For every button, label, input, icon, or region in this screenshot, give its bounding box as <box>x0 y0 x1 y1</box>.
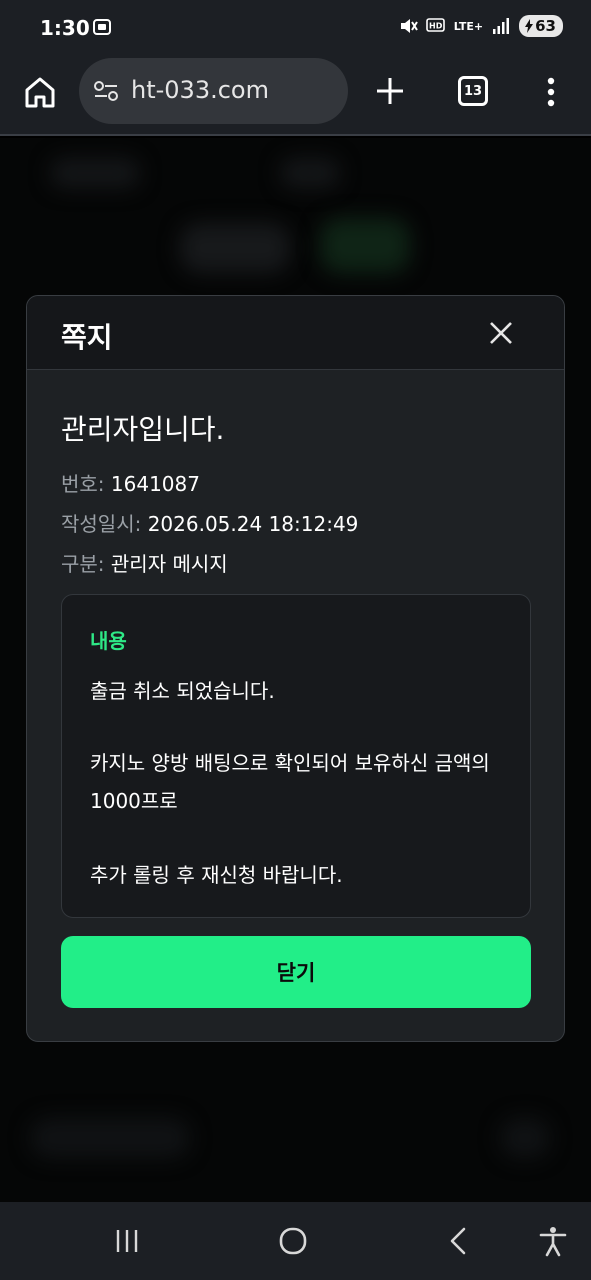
meta-key: 작성일시: <box>61 512 142 536</box>
url-text[interactable]: ht-033.com <box>131 76 269 104</box>
system-nav-bar <box>0 1202 591 1280</box>
accessibility-icon[interactable] <box>536 1224 570 1258</box>
blurred-element <box>280 158 340 188</box>
content-line: 카지노 양방 배팅으로 확인되어 보유하신 금액의 <box>90 751 490 775</box>
battery-indicator: 63 <box>519 15 563 37</box>
status-bar: 1:30 HD LTE+ 63 <box>0 0 591 58</box>
signal-icon <box>493 18 510 34</box>
mute-icon <box>400 19 418 33</box>
back-icon[interactable] <box>442 1224 476 1258</box>
meta-number: 번호: 1641087 <box>61 468 200 497</box>
status-time: 1:30 <box>40 16 90 40</box>
meta-type: 구분: 관리자 메시지 <box>61 548 228 577</box>
message-modal: 쪽지 관리자입니다. 번호: 1641087 작성일시: 2026.05.24 … <box>26 295 565 1042</box>
blurred-element <box>30 1118 190 1158</box>
svg-text:HD: HD <box>429 22 443 31</box>
meta-date: 작성일시: 2026.05.24 18:12:49 <box>61 508 358 537</box>
content-line: 1000프로 <box>90 789 178 813</box>
battery-charging-icon <box>525 19 534 33</box>
blurred-element <box>50 158 140 188</box>
message-content-box: 내용 출금 취소 되었습니다. 카지노 양방 배팅으로 확인되어 보유하신 금액… <box>61 594 531 918</box>
blurred-element <box>500 1118 550 1158</box>
meta-key: 번호: <box>61 472 105 496</box>
home-icon[interactable] <box>22 74 58 110</box>
meta-value: 2026.05.24 18:12:49 <box>147 512 359 536</box>
meta-key: 구분: <box>61 552 105 576</box>
meta-value: 관리자 메시지 <box>110 552 228 576</box>
battery-level: 63 <box>535 17 556 35</box>
meta-value: 1641087 <box>110 472 200 496</box>
modal-title: 쪽지 <box>61 321 113 354</box>
hd-voice-icon: HD <box>425 18 445 32</box>
plus-icon[interactable] <box>374 75 406 107</box>
content-line: 추가 롤링 후 재신청 바랍니다. <box>90 863 343 887</box>
tab-switcher-button[interactable]: 13 <box>458 76 488 106</box>
status-icons: HD LTE+ 63 <box>398 15 563 37</box>
network-type: LTE+ <box>453 19 484 33</box>
site-settings-icon[interactable] <box>93 80 119 102</box>
more-vert-icon[interactable] <box>540 74 562 110</box>
home-circle-icon[interactable] <box>276 1224 310 1258</box>
close-icon[interactable] <box>487 319 515 347</box>
address-bar[interactable]: ht-033.com <box>79 58 348 124</box>
modal-header: 쪽지 <box>27 296 564 370</box>
blurred-element <box>320 218 410 273</box>
message-title: 관리자입니다. <box>61 413 225 446</box>
blurred-element <box>180 223 290 273</box>
content-line: 출금 취소 되었습니다. <box>90 679 275 703</box>
close-button[interactable]: 닫기 <box>61 936 531 1008</box>
screen-capture-icon <box>93 19 111 35</box>
content-label: 내용 <box>90 629 127 653</box>
browser-toolbar: ht-033.com 13 <box>0 58 591 136</box>
recents-icon[interactable] <box>110 1224 144 1258</box>
tab-count: 13 <box>463 83 483 99</box>
